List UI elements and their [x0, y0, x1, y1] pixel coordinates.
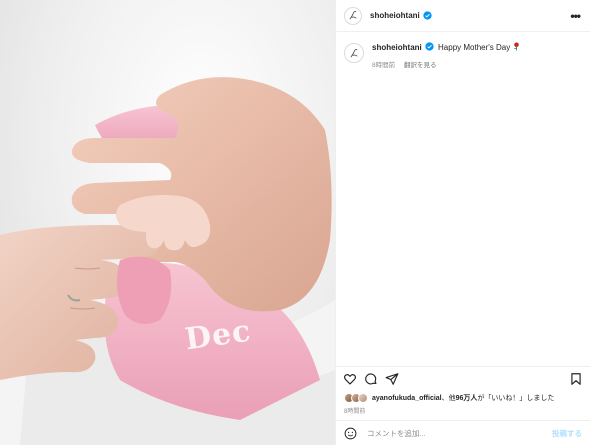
caption-username[interactable]: shoheiohtani	[372, 43, 422, 52]
post-side-panel: shoheiohtani ••• shoheiohtani Happy Moth…	[335, 0, 590, 445]
instagram-post: Dec shoheiohtani ••• shoheiohtani Happy …	[0, 0, 590, 445]
likes-count[interactable]: 96万人	[456, 395, 478, 402]
comment-bar: 投稿する	[336, 420, 590, 445]
verified-icon	[423, 11, 432, 20]
hands-photo-illustration	[0, 77, 335, 445]
share-icon[interactable]	[385, 372, 399, 386]
actions-area: ayanofukuda_official、他96万人が「いいね！」しました 8時…	[336, 366, 590, 415]
likes-summary: ayanofukuda_official、他96万人が「いいね！」しました	[336, 391, 590, 404]
post-timestamp: 8時間前	[344, 409, 366, 415]
heart-icon[interactable]	[343, 372, 357, 386]
post-photo[interactable]: Dec	[0, 0, 335, 445]
emoji-icon[interactable]	[344, 427, 357, 440]
autograph-logo-icon	[350, 48, 358, 57]
bookmark-icon[interactable]	[569, 372, 583, 386]
comment-input[interactable]	[367, 428, 552, 438]
header-username[interactable]: shoheiohtani	[370, 11, 420, 20]
likes-text: ayanofukuda_official、他96万人が「いいね！」しました	[372, 393, 554, 403]
rose-emoji-icon	[514, 42, 520, 51]
caption-text: Happy Mother's Day	[438, 43, 511, 52]
post-caption: shoheiohtani Happy Mother's Day 8時間前 翻訳を…	[336, 32, 590, 69]
post-header: shoheiohtani •••	[336, 0, 590, 32]
caption-time: 8時間前	[372, 62, 396, 69]
verified-icon	[425, 42, 434, 51]
liker-avatars[interactable]	[344, 393, 368, 403]
translate-link[interactable]: 翻訳を見る	[404, 62, 437, 69]
likes-text-middle: 、他	[441, 395, 456, 402]
caption-avatar[interactable]	[344, 43, 364, 63]
action-bar	[336, 367, 590, 391]
caption-body: shoheiohtani Happy Mother's Day 8時間前 翻訳を…	[372, 42, 520, 69]
three-dots-icon[interactable]: •••	[570, 9, 581, 23]
post-comment-button[interactable]: 投稿する	[552, 428, 582, 439]
caption-meta: 8時間前 翻訳を見る	[372, 59, 520, 69]
liked-by-user[interactable]: ayanofukuda_official	[372, 395, 442, 402]
profile-avatar[interactable]	[344, 6, 362, 25]
caption-line: shoheiohtani Happy Mother's Day	[372, 42, 520, 53]
autograph-logo-icon	[349, 11, 357, 20]
liker-avatar	[358, 393, 368, 403]
comment-icon[interactable]	[364, 372, 378, 386]
likes-text-suffix: が「いいね！」しました	[477, 395, 555, 402]
